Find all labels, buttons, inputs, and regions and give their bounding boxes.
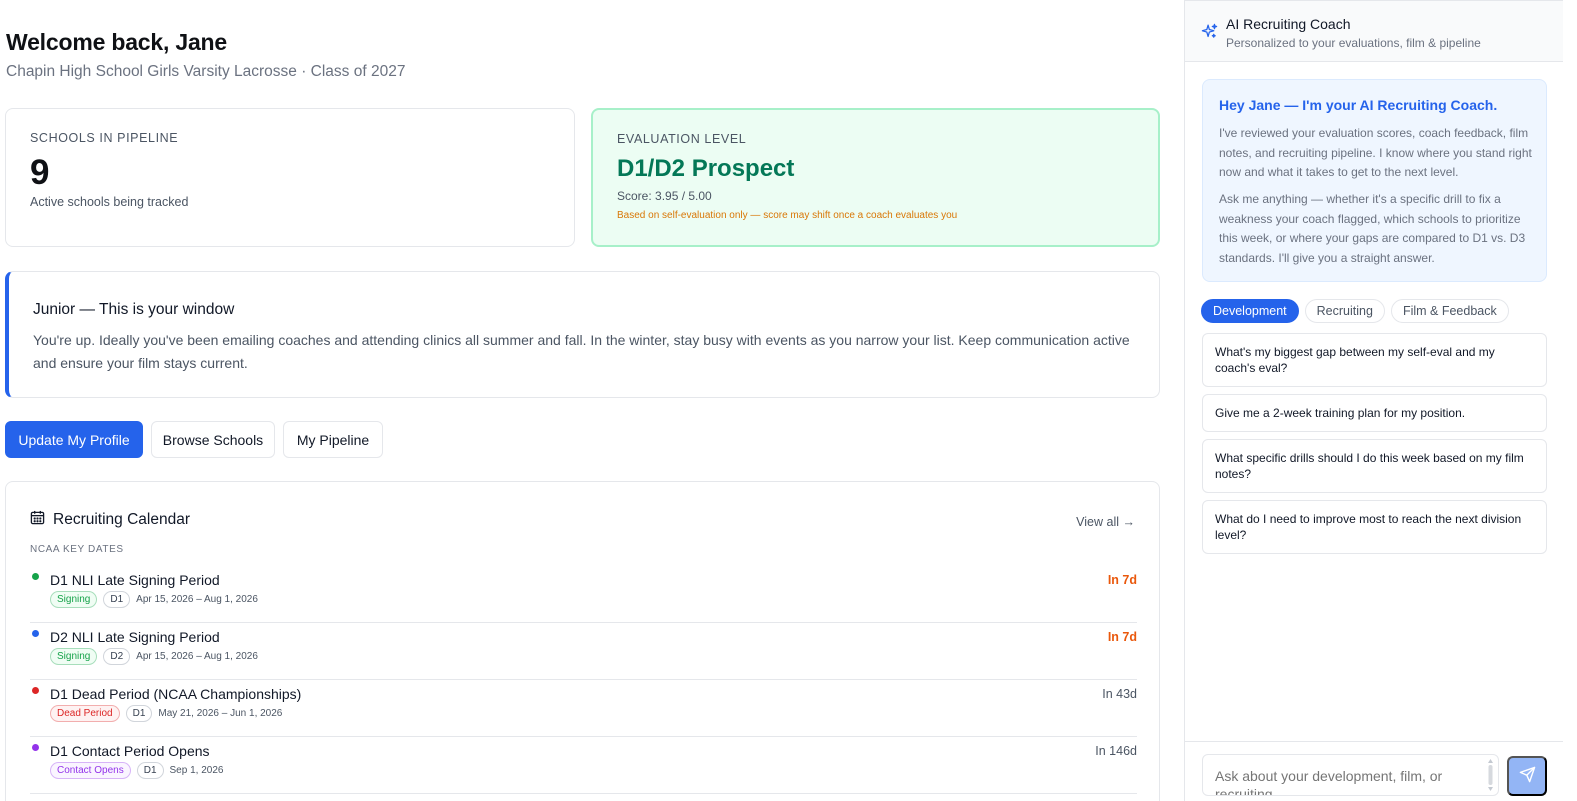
event-status-dot [32, 630, 39, 637]
evaluation-note: Based on self-evaluation only — score ma… [617, 210, 958, 221]
calendar-list: D1 NLI Late Signing Period Signing D1 Apr 1… [30, 566, 1137, 794]
calendar-event-row[interactable]: D1 Contact Period Opens Contact Opens D1 Se… [30, 737, 1137, 794]
event-status-dot [32, 744, 39, 751]
recruiting-calendar-card: Recruiting Calendar View all → NCAA KEY … [5, 481, 1160, 801]
coach-intro-message: Hey Jane — I'm your AI Recruiting Coach.… [1202, 79, 1547, 282]
view-all-link[interactable]: View all → [1076, 515, 1135, 529]
calendar-title: Recruiting Calendar [53, 511, 190, 528]
ai-coach-panel: AI Recruiting Coach Personalized to your… [1184, 0, 1563, 801]
input-scrollbar[interactable] [1487, 758, 1494, 792]
update-profile-button[interactable]: Update My Profile [5, 421, 143, 458]
evaluation-stat-card: EVALUATION LEVEL D1/D2 Prospect Score: 3… [591, 108, 1160, 247]
send-icon [1519, 766, 1536, 786]
suggested-questions: What's my biggest gap between my self-ev… [1202, 333, 1547, 561]
event-meta: Contact Opens D1 Sep 1, 2026 [50, 762, 223, 779]
evaluation-stat-label: EVALUATION LEVEL [617, 132, 747, 146]
schools-stat-label: SCHOOLS IN PIPELINE [30, 131, 179, 145]
event-division-badge: D1 [103, 591, 131, 608]
schools-stat-value: 9 [30, 153, 50, 192]
window-title: Junior — This is your window [33, 301, 235, 318]
coach-tabs: Development Recruiting Film & Feedback [1201, 299, 1509, 323]
event-status-dot [32, 687, 39, 694]
calendar-header: Recruiting Calendar [30, 510, 190, 530]
event-dates: Apr 15, 2026 – Aug 1, 2026 [136, 594, 258, 605]
coach-header: AI Recruiting Coach Personalized to your… [1185, 0, 1563, 62]
suggestion-button[interactable]: Give me a 2-week training plan for my po… [1202, 394, 1547, 432]
event-name: D1 Contact Period Opens [50, 743, 210, 759]
event-dates: May 21, 2026 – Jun 1, 2026 [158, 708, 283, 719]
calendar-section-label: NCAA KEY DATES [30, 544, 124, 555]
intro-paragraph-2: Ask me anything — whether it's a specifi… [1219, 192, 1526, 265]
calendar-icon [30, 510, 45, 530]
event-countdown: In 7d [1107, 630, 1137, 644]
event-countdown: In 7d [1107, 573, 1137, 587]
event-division-badge: D2 [103, 648, 131, 665]
recruiting-window-card: Junior — This is your window You're up. … [5, 271, 1160, 398]
event-dates: Apr 15, 2026 – Aug 1, 2026 [136, 651, 258, 662]
event-meta: Dead Period D1 May 21, 2026 – Jun 1, 2026 [50, 705, 282, 722]
event-name: D2 NLI Late Signing Period [50, 629, 220, 645]
event-dates: Sep 1, 2026 [169, 765, 224, 776]
event-countdown: In 43d [1102, 687, 1137, 701]
event-type-badge: Contact Opens [50, 762, 131, 779]
schools-stat-desc: Active schools being tracked [30, 195, 189, 209]
event-type-badge: Dead Period [50, 705, 120, 722]
event-name: D1 NLI Late Signing Period [50, 572, 220, 588]
event-meta: Signing D1 Apr 15, 2026 – Aug 1, 2026 [50, 591, 258, 608]
page-title: Welcome back, Jane [6, 29, 227, 55]
sparkles-icon [1201, 23, 1218, 45]
evaluation-level: D1/D2 Prospect [617, 155, 795, 182]
suggestion-button[interactable]: What specific drills should I do this we… [1202, 439, 1547, 493]
intro-title: Hey Jane — I'm your AI Recruiting Coach. [1219, 97, 1498, 113]
suggestion-button[interactable]: What do I need to improve most to reach … [1202, 500, 1547, 554]
event-type-badge: Signing [50, 648, 98, 665]
event-division-badge: D1 [125, 705, 153, 722]
evaluation-score: Score: 3.95 / 5.00 [617, 189, 712, 203]
event-division-badge: D1 [136, 762, 164, 779]
chat-composer [1185, 741, 1563, 801]
send-button[interactable] [1507, 756, 1547, 796]
tab-recruiting[interactable]: Recruiting [1304, 299, 1385, 323]
intro-paragraph-1: I've reviewed your evaluation scores, co… [1219, 126, 1532, 179]
browse-schools-button[interactable]: Browse Schools [151, 421, 275, 458]
my-pipeline-button[interactable]: My Pipeline [283, 421, 383, 458]
main-content: Welcome back, Jane Chapin High School Gi… [0, 0, 1184, 801]
page-subtitle: Chapin High School Girls Varsity Lacross… [6, 63, 406, 80]
calendar-event-row[interactable]: D2 NLI Late Signing Period Signing D2 Apr 1… [30, 623, 1137, 680]
coach-title: AI Recruiting Coach [1226, 16, 1351, 32]
window-text: You're up. Ideally you've been emailing … [33, 332, 1130, 371]
suggestion-button[interactable]: What's my biggest gap between my self-ev… [1202, 333, 1547, 387]
schools-stat-card: SCHOOLS IN PIPELINE 9 Active schools bei… [5, 108, 575, 247]
tab-film-feedback[interactable]: Film & Feedback [1390, 299, 1509, 323]
calendar-event-row[interactable]: D1 Dead Period (NCAA Championships) Dead … [30, 680, 1137, 737]
event-type-badge: Signing [50, 591, 98, 608]
event-meta: Signing D2 Apr 15, 2026 – Aug 1, 2026 [50, 648, 258, 665]
event-status-dot [32, 573, 39, 580]
chat-input[interactable] [1202, 754, 1499, 796]
event-name: D1 Dead Period (NCAA Championships) [50, 686, 302, 702]
event-countdown: In 146d [1095, 744, 1137, 758]
tab-development[interactable]: Development [1201, 299, 1299, 323]
coach-subtitle: Personalized to your evaluations, film &… [1226, 36, 1481, 50]
calendar-event-row[interactable]: D1 NLI Late Signing Period Signing D1 Apr 1… [30, 566, 1137, 623]
